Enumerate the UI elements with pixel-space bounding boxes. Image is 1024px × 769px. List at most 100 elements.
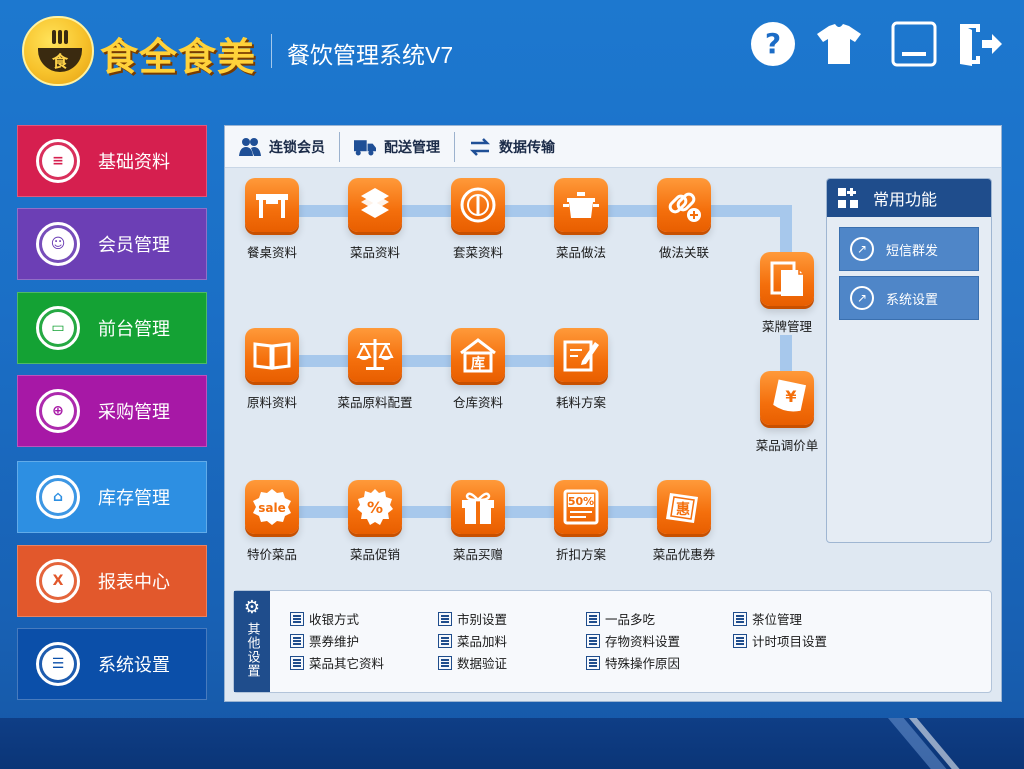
menu-card-icon xyxy=(760,252,814,306)
book-stack-icon xyxy=(348,178,402,232)
tile-discount-plan[interactable]: 50% 折扣方案 xyxy=(536,480,626,563)
tab-chain-members[interactable]: 连锁会员 xyxy=(225,132,339,162)
other-setting-label: 计时项目设置 xyxy=(752,634,828,649)
tile-dish-buy-gift[interactable]: 菜品买赠 xyxy=(433,480,523,563)
sidebar-item-label: 库存管理 xyxy=(98,488,170,509)
help-icon[interactable]: ? xyxy=(749,20,797,68)
sidebar-item-member-management[interactable]: ☺ 会员管理 xyxy=(17,208,207,280)
svg-text:¥: ¥ xyxy=(785,387,796,406)
other-setting-item[interactable]: 特殊操作原因 xyxy=(586,653,680,672)
tab-data-transfer[interactable]: 数据传输 xyxy=(454,131,569,162)
tile-dining-table[interactable]: 餐桌资料 xyxy=(227,178,317,261)
other-setting-item[interactable]: 菜品加料 xyxy=(438,631,507,650)
monitor-icon: ▭ xyxy=(36,306,80,350)
warehouse-icon: 库 xyxy=(451,328,505,382)
other-setting-label: 数据验证 xyxy=(457,656,508,671)
list-icon xyxy=(438,633,452,648)
edit-note-icon xyxy=(554,328,608,382)
tile-dish-coupon[interactable]: 惠菜品优惠券 xyxy=(639,480,729,563)
sidebar-item-purchase[interactable]: ⊕ 采购管理 xyxy=(17,375,207,447)
price-adjust-icon: ¥ xyxy=(760,371,814,425)
tile-ingredient-data[interactable]: 原料资料 xyxy=(227,328,317,411)
tile-price-adjust[interactable]: ¥ 菜品调价单 xyxy=(742,371,832,454)
arrow-circle-icon: ↗ xyxy=(850,237,874,261)
other-setting-item[interactable]: 茶位管理 xyxy=(733,609,802,628)
warehouse-icon: ⌂ xyxy=(36,475,80,519)
list-icon xyxy=(586,655,600,670)
minimize-icon[interactable] xyxy=(890,20,938,68)
brand-name: 食全食美 xyxy=(100,34,257,79)
sidebar-item-label: 会员管理 xyxy=(98,235,170,256)
svg-text:sale: sale xyxy=(258,501,286,515)
tile-label: 耗料方案 xyxy=(555,395,606,410)
tile-label: 菜品调价单 xyxy=(755,438,819,453)
shirt-icon[interactable] xyxy=(815,20,863,68)
member-icon: ☺ xyxy=(36,222,80,266)
other-setting-label: 菜品加料 xyxy=(457,634,508,649)
tab-delivery[interactable]: 配送管理 xyxy=(339,131,454,162)
sidebar-item-basic-data[interactable]: ≡ 基础资料 xyxy=(17,125,207,197)
other-setting-item[interactable]: 收银方式 xyxy=(290,609,359,628)
tile-dish-ingredient-config[interactable]: 菜品原料配置 xyxy=(330,328,420,411)
tile-label: 菜品资料 xyxy=(349,245,400,260)
tile-warehouse-data[interactable]: 库仓库资料 xyxy=(433,328,523,411)
transfer-icon xyxy=(469,136,491,158)
tile-set-meal[interactable]: 套菜资料 xyxy=(433,178,523,261)
tile-label: 折扣方案 xyxy=(555,547,606,562)
sidebar-item-system-settings[interactable]: ☰ 系统设置 xyxy=(17,628,207,700)
title-divider xyxy=(271,34,272,68)
sms-broadcast-button[interactable]: ↗ 短信群发 xyxy=(839,227,979,271)
tile-consumption-plan[interactable]: 耗料方案 xyxy=(536,328,626,411)
app-header: 食 食全食美 餐饮管理系统V7 ? xyxy=(0,0,1024,104)
sidebar-item-inventory[interactable]: ⌂ 库存管理 xyxy=(17,461,207,533)
other-setting-label: 票券维护 xyxy=(309,634,360,649)
sale-icon: sale xyxy=(245,480,299,534)
list-icon xyxy=(733,633,747,648)
open-book-icon xyxy=(245,328,299,382)
list-icon xyxy=(438,611,452,626)
other-setting-label: 菜品其它资料 xyxy=(309,656,385,671)
other-setting-item[interactable]: 一品多吃 xyxy=(586,609,655,628)
other-setting-item[interactable]: 数据验证 xyxy=(438,653,507,672)
settings-icon: ☰ xyxy=(36,642,80,686)
other-setting-label: 存物资料设置 xyxy=(605,634,681,649)
sidebar-item-label: 报表中心 xyxy=(98,572,170,593)
tile-dish-method[interactable]: 菜品做法 xyxy=(536,178,626,261)
excel-icon: X xyxy=(36,559,80,603)
tile-label: 菜品促销 xyxy=(349,547,400,562)
system-settings-button[interactable]: ↗ 系统设置 xyxy=(839,276,979,320)
list-icon xyxy=(586,633,600,648)
sidebar-item-report-center[interactable]: X 报表中心 xyxy=(17,545,207,617)
sidebar-item-front-desk[interactable]: ▭ 前台管理 xyxy=(17,292,207,364)
tile-label: 套菜资料 xyxy=(452,245,503,260)
tile-label: 菜牌管理 xyxy=(761,319,812,334)
truck-icon xyxy=(354,136,376,158)
tile-special-dish[interactable]: sale 特价菜品 xyxy=(227,480,317,563)
other-setting-item[interactable]: 菜品其它资料 xyxy=(290,653,384,672)
exit-icon[interactable] xyxy=(956,20,1004,68)
other-setting-item[interactable]: 计时项目设置 xyxy=(733,631,827,650)
tile-label: 原料资料 xyxy=(246,395,297,410)
tile-method-link[interactable]: 做法关联 xyxy=(639,178,729,261)
svg-text:?: ? xyxy=(765,27,781,60)
other-setting-item[interactable]: 市别设置 xyxy=(438,609,507,628)
other-setting-label: 收银方式 xyxy=(309,612,360,627)
app-title: 餐饮管理系统V7 xyxy=(287,42,454,68)
tile-dish-promotion[interactable]: % 菜品促销 xyxy=(330,480,420,563)
gift-icon xyxy=(451,480,505,534)
tile-dish-data[interactable]: 菜品资料 xyxy=(330,178,420,261)
other-settings-label: ⚙ 其他设置 xyxy=(234,591,270,692)
scale-icon xyxy=(348,328,402,382)
other-setting-item[interactable]: 存物资料设置 xyxy=(586,631,680,650)
tile-menu-card[interactable]: 菜牌管理 xyxy=(742,252,832,335)
common-functions-title: 常用功能 xyxy=(873,190,938,209)
grid-icon xyxy=(838,188,858,208)
plate-icon xyxy=(451,178,505,232)
list-icon xyxy=(438,655,452,670)
coupon-icon: 惠 xyxy=(657,480,711,534)
other-setting-item[interactable]: 票券维护 xyxy=(290,631,359,650)
other-settings-panel: ⚙ 其他设置 收银方式票券维护菜品其它资料 市别设置菜品加料数据验证 一品多吃存物资… xyxy=(233,590,992,693)
table-icon xyxy=(245,178,299,232)
tile-label: 菜品做法 xyxy=(555,245,606,260)
tile-label: 菜品优惠券 xyxy=(652,547,716,562)
